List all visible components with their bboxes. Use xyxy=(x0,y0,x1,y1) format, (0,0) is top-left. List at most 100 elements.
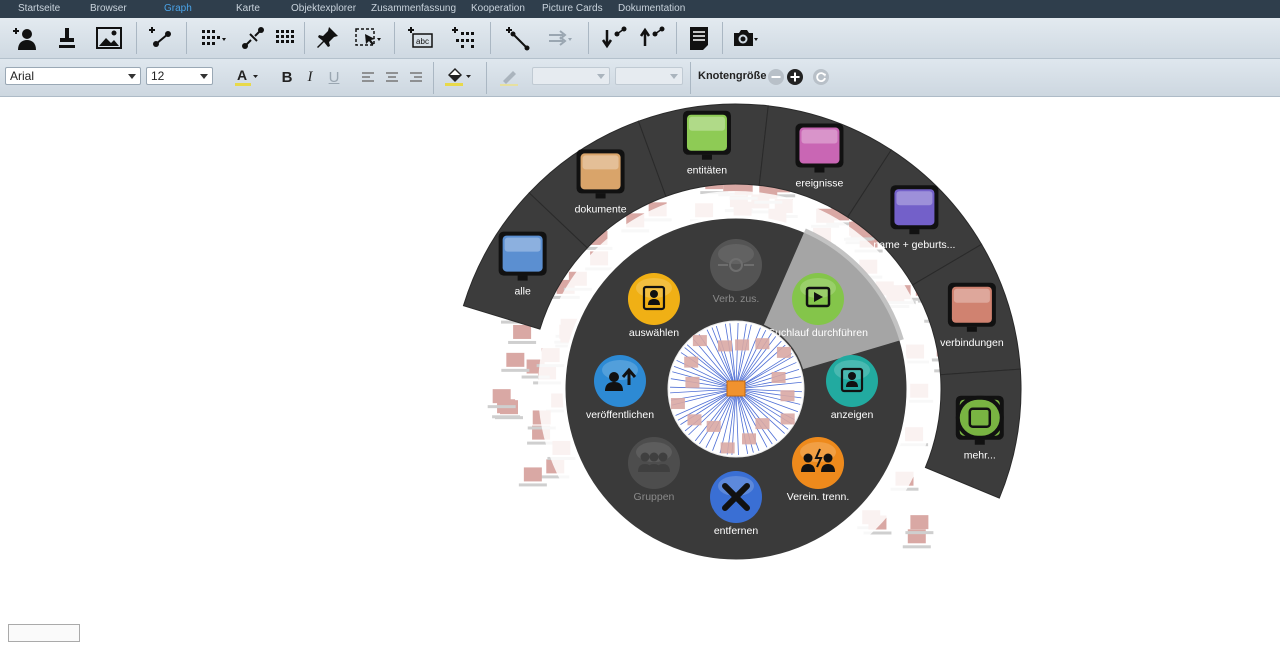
layout-menu-icon[interactable] xyxy=(196,18,230,58)
graph-node[interactable] xyxy=(717,340,732,352)
image-icon[interactable] xyxy=(92,18,126,58)
add-edge-icon[interactable] xyxy=(500,18,534,58)
line-style-select xyxy=(532,67,610,85)
graph-node[interactable] xyxy=(685,376,700,388)
action-label: auswählen xyxy=(629,327,679,339)
graph-node[interactable] xyxy=(742,433,757,445)
add-nodes-icon[interactable] xyxy=(446,18,480,58)
square-salmon-icon xyxy=(947,282,996,332)
graph-node[interactable] xyxy=(771,371,786,383)
graph-node[interactable] xyxy=(720,442,735,454)
nav-tab-picture-cards[interactable]: Picture Cards xyxy=(542,3,603,14)
nav-tab-browser[interactable]: Browser xyxy=(90,3,127,14)
graph-node[interactable] xyxy=(755,338,770,350)
action-label: Gruppen xyxy=(634,491,675,503)
add-link-icon[interactable] xyxy=(143,18,177,58)
square-pink-icon xyxy=(795,123,844,173)
action-entfernen[interactable]: entfernen xyxy=(710,471,762,537)
stamp-icon[interactable] xyxy=(50,18,84,58)
action-label: Verb. zus. xyxy=(713,293,760,305)
graph-node[interactable] xyxy=(780,413,795,425)
graph-node[interactable] xyxy=(780,390,795,402)
select-area-icon[interactable] xyxy=(350,18,384,58)
selected-node[interactable] xyxy=(726,380,746,397)
square-green-icon xyxy=(682,110,731,160)
svg-text:abc: abc xyxy=(416,37,429,46)
filter-label: mehr... xyxy=(964,450,996,462)
line-color-icon xyxy=(498,66,526,88)
font-select-value: Arial xyxy=(10,69,35,83)
nav-tab-zusammenfassung[interactable]: Zusammenfassung xyxy=(371,3,456,14)
underline-button: U xyxy=(328,68,340,86)
graph-node[interactable] xyxy=(776,346,791,358)
graph-node-label xyxy=(487,405,516,409)
nav-tab-startseite[interactable]: Startseite xyxy=(18,3,60,14)
graph-node-label xyxy=(518,483,547,487)
graph-canvas[interactable]: alle dokumente entitäten ereignisse name + g… xyxy=(0,97,1280,640)
action-label: Verein. trenn. xyxy=(787,491,849,503)
align-center-icon[interactable] xyxy=(382,66,402,88)
square-purple-icon xyxy=(890,185,939,235)
fill-color-icon[interactable] xyxy=(443,66,475,88)
nav-tab-dokumentation[interactable]: Dokumentation xyxy=(618,3,685,14)
graph-node-label xyxy=(508,340,537,344)
cut-link-icon[interactable] xyxy=(236,18,270,58)
action-auswählen[interactable]: auswählen xyxy=(627,272,680,339)
bold-button[interactable]: B xyxy=(277,66,297,88)
graph-node[interactable] xyxy=(687,414,702,426)
action-verb-zus: Verb. zus. xyxy=(710,239,762,305)
graph-node-label xyxy=(501,368,530,372)
nav-tab-objektexplorer[interactable]: Objektexplorer xyxy=(291,3,356,14)
filter-label: name + geburts... xyxy=(873,239,955,251)
filter-label: ereignisse xyxy=(796,178,844,190)
graph-node[interactable] xyxy=(706,420,721,432)
action-label: anzeigen xyxy=(831,409,874,421)
graph-node[interactable] xyxy=(755,418,770,430)
nav-tab-kooperation[interactable]: Kooperation xyxy=(471,3,525,14)
italic-button[interactable]: I xyxy=(300,66,320,88)
action-label: entfernen xyxy=(714,525,759,537)
graph-node[interactable] xyxy=(492,389,511,404)
notes-icon[interactable] xyxy=(682,18,716,58)
pin-icon[interactable] xyxy=(310,18,344,58)
move-down-icon[interactable] xyxy=(596,18,630,58)
graph-node[interactable] xyxy=(670,398,685,410)
add-text-icon[interactable]: abc xyxy=(402,18,436,58)
remove-x-icon xyxy=(710,471,762,523)
font-size-select[interactable]: 12 xyxy=(146,67,213,85)
node-size-decrease-icon[interactable] xyxy=(766,66,786,88)
main-toolbar: abc xyxy=(0,18,1280,59)
action-anzeigen[interactable]: anzeigen xyxy=(826,355,878,421)
nav-tab-graph[interactable]: Graph xyxy=(164,3,192,14)
graph-node[interactable] xyxy=(684,356,699,368)
graph-node[interactable] xyxy=(513,324,532,339)
redirect-icon xyxy=(542,18,576,58)
font-select[interactable]: Arial xyxy=(5,67,141,85)
camera-icon[interactable] xyxy=(728,18,762,58)
graph-node[interactable] xyxy=(523,467,542,482)
graph-node[interactable] xyxy=(735,339,750,351)
split-icon xyxy=(792,437,845,490)
format-toolbar: Arial 12 A B I U xyxy=(0,59,1280,97)
font-color-button[interactable]: A xyxy=(232,66,262,88)
filter-label: dokumente xyxy=(575,203,627,215)
font-size-value: 12 xyxy=(151,69,165,83)
move-up-icon[interactable] xyxy=(634,18,668,58)
grid-icon[interactable] xyxy=(268,18,302,58)
top-navigation: Startseite Browser Graph Karte Objektexplore… xyxy=(0,0,1280,18)
square-orange-icon xyxy=(576,149,625,199)
radial-context-menu: alle dokumente entitäten ereignisse name + g… xyxy=(462,103,1022,587)
action-label: Suchlauf durchführen xyxy=(768,327,868,339)
graph-node[interactable] xyxy=(692,335,707,347)
overview-thumbnail[interactable] xyxy=(8,624,80,642)
add-entity-icon[interactable] xyxy=(6,18,40,58)
filter-mehr[interactable]: mehr... xyxy=(924,368,1022,499)
graph-node[interactable] xyxy=(506,352,525,367)
align-left-icon[interactable] xyxy=(358,66,378,88)
graph-node[interactable] xyxy=(910,515,929,530)
align-right-icon[interactable] xyxy=(406,66,426,88)
nav-tab-karte[interactable]: Karte xyxy=(236,3,260,14)
publish-icon xyxy=(594,355,646,407)
node-size-reset-icon[interactable] xyxy=(811,66,831,88)
node-size-increase-icon[interactable] xyxy=(785,66,805,88)
